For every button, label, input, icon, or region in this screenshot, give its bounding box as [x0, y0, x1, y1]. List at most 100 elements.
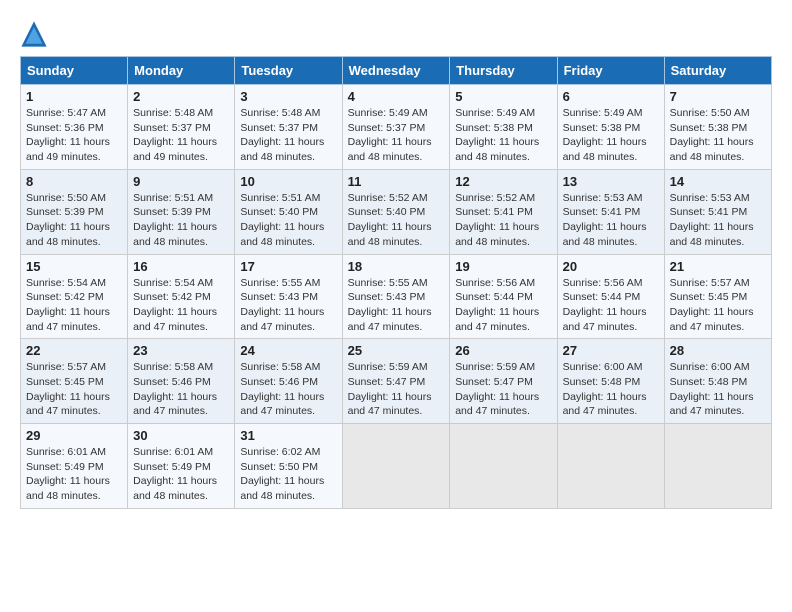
cell-info: Sunrise: 5:59 AM Sunset: 5:47 PM Dayligh… — [455, 360, 551, 419]
calendar-cell: 3 Sunrise: 5:48 AM Sunset: 5:37 PM Dayli… — [235, 85, 342, 170]
day-number: 31 — [240, 428, 336, 443]
calendar-cell: 20 Sunrise: 5:56 AM Sunset: 5:44 PM Dayl… — [557, 254, 664, 339]
calendar-week-row: 1 Sunrise: 5:47 AM Sunset: 5:36 PM Dayli… — [21, 85, 772, 170]
cell-info: Sunrise: 5:55 AM Sunset: 5:43 PM Dayligh… — [348, 276, 445, 335]
calendar-cell — [557, 424, 664, 509]
cell-info: Sunrise: 5:56 AM Sunset: 5:44 PM Dayligh… — [455, 276, 551, 335]
calendar-cell: 31 Sunrise: 6:02 AM Sunset: 5:50 PM Dayl… — [235, 424, 342, 509]
calendar-day-header: Wednesday — [342, 57, 450, 85]
calendar-day-header: Tuesday — [235, 57, 342, 85]
calendar-cell: 25 Sunrise: 5:59 AM Sunset: 5:47 PM Dayl… — [342, 339, 450, 424]
logo — [20, 20, 50, 48]
cell-info: Sunrise: 5:52 AM Sunset: 5:40 PM Dayligh… — [348, 191, 445, 250]
day-number: 12 — [455, 174, 551, 189]
cell-info: Sunrise: 5:59 AM Sunset: 5:47 PM Dayligh… — [348, 360, 445, 419]
cell-info: Sunrise: 5:50 AM Sunset: 5:38 PM Dayligh… — [670, 106, 766, 165]
day-number: 27 — [563, 343, 659, 358]
calendar-cell: 28 Sunrise: 6:00 AM Sunset: 5:48 PM Dayl… — [664, 339, 771, 424]
calendar-cell: 9 Sunrise: 5:51 AM Sunset: 5:39 PM Dayli… — [128, 169, 235, 254]
calendar-cell: 13 Sunrise: 5:53 AM Sunset: 5:41 PM Dayl… — [557, 169, 664, 254]
calendar-cell: 18 Sunrise: 5:55 AM Sunset: 5:43 PM Dayl… — [342, 254, 450, 339]
page-header — [20, 20, 772, 48]
cell-info: Sunrise: 6:01 AM Sunset: 5:49 PM Dayligh… — [26, 445, 122, 504]
calendar-cell — [664, 424, 771, 509]
calendar-cell: 7 Sunrise: 5:50 AM Sunset: 5:38 PM Dayli… — [664, 85, 771, 170]
cell-info: Sunrise: 5:54 AM Sunset: 5:42 PM Dayligh… — [26, 276, 122, 335]
calendar-cell: 29 Sunrise: 6:01 AM Sunset: 5:49 PM Dayl… — [21, 424, 128, 509]
day-number: 18 — [348, 259, 445, 274]
day-number: 19 — [455, 259, 551, 274]
day-number: 17 — [240, 259, 336, 274]
calendar-cell: 12 Sunrise: 5:52 AM Sunset: 5:41 PM Dayl… — [450, 169, 557, 254]
day-number: 20 — [563, 259, 659, 274]
calendar-day-header: Monday — [128, 57, 235, 85]
calendar-day-header: Sunday — [21, 57, 128, 85]
cell-info: Sunrise: 5:58 AM Sunset: 5:46 PM Dayligh… — [133, 360, 229, 419]
day-number: 7 — [670, 89, 766, 104]
calendar-week-row: 8 Sunrise: 5:50 AM Sunset: 5:39 PM Dayli… — [21, 169, 772, 254]
day-number: 6 — [563, 89, 659, 104]
calendar-cell: 17 Sunrise: 5:55 AM Sunset: 5:43 PM Dayl… — [235, 254, 342, 339]
calendar-cell: 16 Sunrise: 5:54 AM Sunset: 5:42 PM Dayl… — [128, 254, 235, 339]
cell-info: Sunrise: 5:48 AM Sunset: 5:37 PM Dayligh… — [240, 106, 336, 165]
cell-info: Sunrise: 5:57 AM Sunset: 5:45 PM Dayligh… — [670, 276, 766, 335]
calendar-cell: 19 Sunrise: 5:56 AM Sunset: 5:44 PM Dayl… — [450, 254, 557, 339]
cell-info: Sunrise: 5:55 AM Sunset: 5:43 PM Dayligh… — [240, 276, 336, 335]
calendar-week-row: 22 Sunrise: 5:57 AM Sunset: 5:45 PM Dayl… — [21, 339, 772, 424]
calendar-table: SundayMondayTuesdayWednesdayThursdayFrid… — [20, 56, 772, 509]
day-number: 22 — [26, 343, 122, 358]
day-number: 26 — [455, 343, 551, 358]
day-number: 29 — [26, 428, 122, 443]
cell-info: Sunrise: 5:56 AM Sunset: 5:44 PM Dayligh… — [563, 276, 659, 335]
day-number: 10 — [240, 174, 336, 189]
calendar-cell: 6 Sunrise: 5:49 AM Sunset: 5:38 PM Dayli… — [557, 85, 664, 170]
cell-info: Sunrise: 6:01 AM Sunset: 5:49 PM Dayligh… — [133, 445, 229, 504]
calendar-header-row: SundayMondayTuesdayWednesdayThursdayFrid… — [21, 57, 772, 85]
cell-info: Sunrise: 5:47 AM Sunset: 5:36 PM Dayligh… — [26, 106, 122, 165]
day-number: 9 — [133, 174, 229, 189]
calendar-cell: 10 Sunrise: 5:51 AM Sunset: 5:40 PM Dayl… — [235, 169, 342, 254]
calendar-cell: 4 Sunrise: 5:49 AM Sunset: 5:37 PM Dayli… — [342, 85, 450, 170]
calendar-week-row: 15 Sunrise: 5:54 AM Sunset: 5:42 PM Dayl… — [21, 254, 772, 339]
calendar-day-header: Thursday — [450, 57, 557, 85]
day-number: 24 — [240, 343, 336, 358]
calendar-cell: 27 Sunrise: 6:00 AM Sunset: 5:48 PM Dayl… — [557, 339, 664, 424]
calendar-cell: 8 Sunrise: 5:50 AM Sunset: 5:39 PM Dayli… — [21, 169, 128, 254]
day-number: 21 — [670, 259, 766, 274]
cell-info: Sunrise: 6:02 AM Sunset: 5:50 PM Dayligh… — [240, 445, 336, 504]
day-number: 14 — [670, 174, 766, 189]
day-number: 11 — [348, 174, 445, 189]
logo-icon — [20, 20, 48, 48]
calendar-cell: 14 Sunrise: 5:53 AM Sunset: 5:41 PM Dayl… — [664, 169, 771, 254]
cell-info: Sunrise: 5:48 AM Sunset: 5:37 PM Dayligh… — [133, 106, 229, 165]
day-number: 2 — [133, 89, 229, 104]
calendar-cell — [342, 424, 450, 509]
day-number: 4 — [348, 89, 445, 104]
cell-info: Sunrise: 5:49 AM Sunset: 5:37 PM Dayligh… — [348, 106, 445, 165]
calendar-cell: 24 Sunrise: 5:58 AM Sunset: 5:46 PM Dayl… — [235, 339, 342, 424]
cell-info: Sunrise: 5:51 AM Sunset: 5:40 PM Dayligh… — [240, 191, 336, 250]
day-number: 25 — [348, 343, 445, 358]
day-number: 28 — [670, 343, 766, 358]
day-number: 5 — [455, 89, 551, 104]
cell-info: Sunrise: 5:49 AM Sunset: 5:38 PM Dayligh… — [455, 106, 551, 165]
calendar-week-row: 29 Sunrise: 6:01 AM Sunset: 5:49 PM Dayl… — [21, 424, 772, 509]
calendar-cell: 22 Sunrise: 5:57 AM Sunset: 5:45 PM Dayl… — [21, 339, 128, 424]
calendar-cell: 26 Sunrise: 5:59 AM Sunset: 5:47 PM Dayl… — [450, 339, 557, 424]
cell-info: Sunrise: 5:53 AM Sunset: 5:41 PM Dayligh… — [670, 191, 766, 250]
cell-info: Sunrise: 5:51 AM Sunset: 5:39 PM Dayligh… — [133, 191, 229, 250]
calendar-cell: 15 Sunrise: 5:54 AM Sunset: 5:42 PM Dayl… — [21, 254, 128, 339]
calendar-day-header: Saturday — [664, 57, 771, 85]
calendar-cell: 23 Sunrise: 5:58 AM Sunset: 5:46 PM Dayl… — [128, 339, 235, 424]
day-number: 3 — [240, 89, 336, 104]
day-number: 8 — [26, 174, 122, 189]
calendar-cell: 1 Sunrise: 5:47 AM Sunset: 5:36 PM Dayli… — [21, 85, 128, 170]
day-number: 23 — [133, 343, 229, 358]
day-number: 30 — [133, 428, 229, 443]
cell-info: Sunrise: 5:54 AM Sunset: 5:42 PM Dayligh… — [133, 276, 229, 335]
day-number: 15 — [26, 259, 122, 274]
day-number: 13 — [563, 174, 659, 189]
calendar-cell: 21 Sunrise: 5:57 AM Sunset: 5:45 PM Dayl… — [664, 254, 771, 339]
calendar-cell: 2 Sunrise: 5:48 AM Sunset: 5:37 PM Dayli… — [128, 85, 235, 170]
calendar-cell — [450, 424, 557, 509]
